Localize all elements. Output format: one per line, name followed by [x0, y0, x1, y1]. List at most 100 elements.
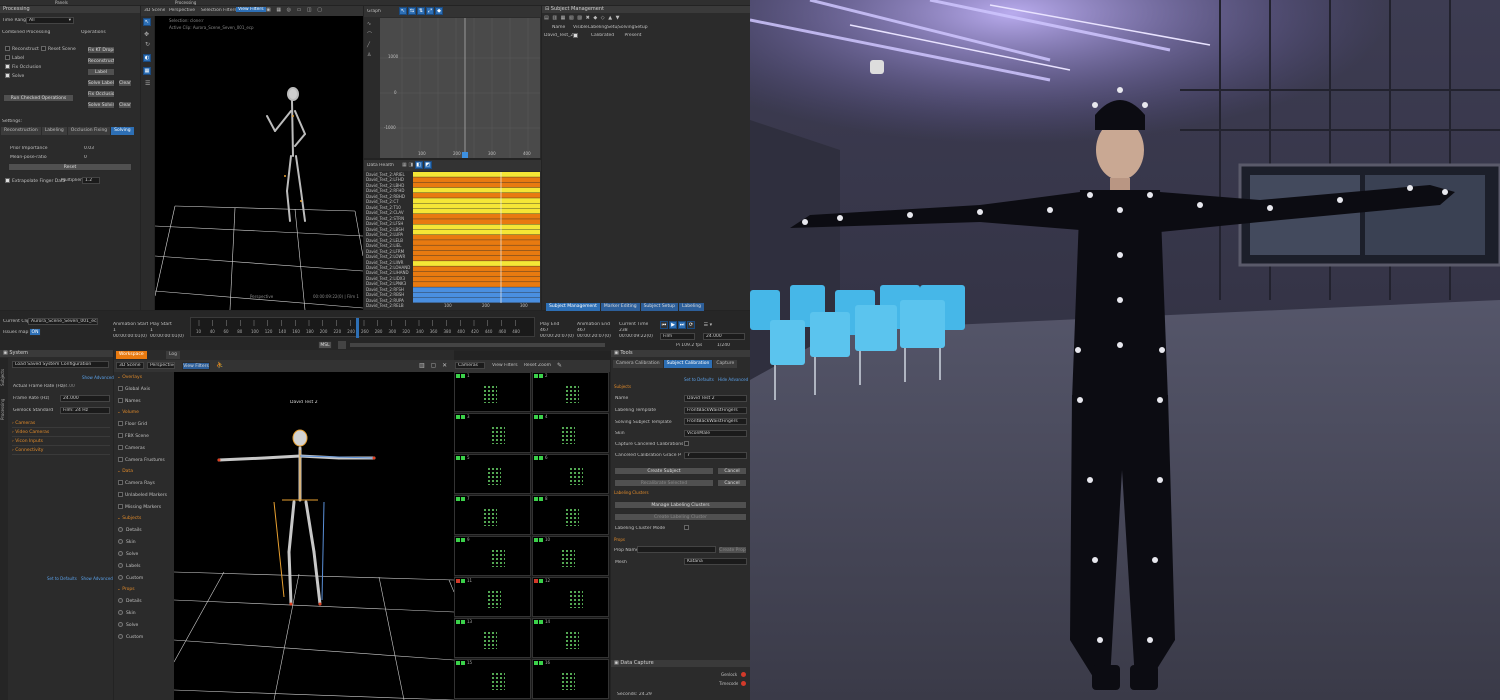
current-time-value[interactable]: 238: [619, 328, 628, 333]
filter-section[interactable]: ⌄ Subjects: [117, 516, 141, 521]
tab-subject-calibration[interactable]: Subject Calibration: [663, 360, 713, 368]
list-tool-icon[interactable]: ☰: [145, 80, 150, 87]
tab-solving[interactable]: Solving: [111, 127, 134, 135]
tab-log[interactable]: Log: [166, 351, 181, 359]
labeling-template-select[interactable]: FrontBackWaistFingers: [684, 407, 747, 414]
prior-importance-value[interactable]: 0.03: [84, 146, 94, 151]
scene-menu-perspective[interactable]: Perspective: [169, 8, 195, 13]
camera-view[interactable]: 15: [454, 659, 531, 699]
scene-menu-view-filters[interactable]: View Filters: [236, 7, 266, 12]
section-vicon-inputs[interactable]: › Vicon Inputs: [12, 437, 110, 446]
tab-reconstruction[interactable]: Reconstruction: [1, 127, 41, 135]
graph-mode-icon-1[interactable]: ∿: [367, 21, 375, 27]
anim-start-value[interactable]: 1: [113, 328, 116, 333]
genlock-select[interactable]: Film: 24 Hz: [60, 407, 110, 414]
multiplier-input[interactable]: 1.2: [82, 177, 100, 184]
skip-back-icon[interactable]: ⏮: [660, 321, 668, 329]
tab-capture[interactable]: Capture: [713, 360, 738, 368]
ws-perspective-select[interactable]: Perspective: [147, 362, 175, 369]
camera-view[interactable]: 1: [454, 372, 531, 412]
camera-tool-icon[interactable]: ◐: [143, 54, 151, 62]
filter-checkbox[interactable]: FBX Scene: [118, 433, 149, 439]
move-tool-icon[interactable]: ✥: [144, 31, 151, 38]
create-prop-button[interactable]: Create Prop: [718, 546, 747, 554]
filter-radio[interactable]: Skin: [118, 610, 136, 616]
filter-radio[interactable]: Custom: [118, 634, 143, 640]
filter-checkbox[interactable]: Camera Rays: [118, 480, 155, 486]
tab-camera-calibration[interactable]: Camera Calibration: [613, 360, 663, 368]
show-advanced-link-2[interactable]: Show Advanced: [81, 576, 113, 581]
tab-subject-setup[interactable]: Subject Setup: [640, 303, 678, 311]
filter-radio[interactable]: Details: [118, 527, 142, 533]
solving-template-select[interactable]: FrontBackWaistFingers: [684, 418, 747, 425]
label-check[interactable]: Label: [5, 55, 24, 61]
camera-view[interactable]: 2: [532, 372, 609, 412]
section-video-cameras[interactable]: › Video Cameras: [12, 428, 110, 437]
select-tool-icon[interactable]: ↖: [143, 18, 151, 26]
issues-map-toggle[interactable]: ON: [29, 328, 41, 336]
filter-radio[interactable]: Skin: [118, 539, 136, 545]
graph-mode-icon-3[interactable]: ╱: [367, 42, 375, 48]
data-health-title[interactable]: Data Health: [367, 163, 394, 168]
filter-checkbox[interactable]: Missing Markers: [118, 504, 161, 510]
camera-view[interactable]: 14: [532, 618, 609, 658]
camera-view[interactable]: 11: [454, 577, 531, 617]
clear-button-2[interactable]: Clear: [118, 101, 132, 109]
camera-view[interactable]: 3: [454, 413, 531, 453]
fps-select[interactable]: 24.000: [703, 333, 745, 340]
tab-labeling-bottom[interactable]: Labeling: [678, 303, 705, 311]
ws-window-icons[interactable]: ▥ ▢ ✕: [419, 362, 449, 369]
skin-select[interactable]: ViconMale: [684, 430, 747, 437]
side-tab-processing[interactable]: Processing: [0, 390, 5, 420]
camera-view[interactable]: 6: [532, 454, 609, 494]
scene-menu-3d[interactable]: 3D Scene: [144, 8, 165, 13]
data-health-bars[interactable]: [413, 172, 540, 303]
name-input[interactable]: David Test 2: [684, 395, 747, 402]
graph-area[interactable]: 1000 0 -1000 100 200 300 400: [380, 18, 540, 158]
solve-labeling-button[interactable]: Solve Labeling: [87, 79, 115, 87]
play-icon[interactable]: ▶: [669, 321, 677, 329]
cluster-mode-check[interactable]: [684, 525, 691, 531]
anim-end-value[interactable]: 467: [577, 328, 586, 333]
clear-button-1[interactable]: Clear: [118, 79, 132, 87]
mean-pose-value[interactable]: 0: [84, 155, 87, 160]
camera-view[interactable]: 16: [532, 659, 609, 699]
solve-check[interactable]: Solve: [5, 73, 24, 79]
solve-solving-button[interactable]: Solve Solving: [87, 101, 115, 109]
msl-button[interactable]: MSL: [318, 341, 332, 349]
time-range-select[interactable]: All ▾: [26, 17, 74, 24]
filter-section[interactable]: ⌄ Props: [117, 587, 135, 592]
filter-checkbox[interactable]: Names: [118, 398, 141, 404]
mesh-select[interactable]: Katana: [684, 558, 747, 565]
side-tab-subjects[interactable]: Subjects: [0, 362, 5, 386]
load-config-select[interactable]: Load Saved System Configuration: [12, 361, 109, 368]
set-to-defaults-link[interactable]: Set to Defaults: [47, 576, 77, 581]
graph-mode-icon-4[interactable]: ♙: [367, 52, 375, 58]
filter-section[interactable]: ⌄ Volume: [117, 410, 139, 415]
camera-view[interactable]: 8: [532, 495, 609, 535]
cameras-view-filters[interactable]: View Filters: [492, 363, 518, 368]
capture-canceled-check[interactable]: [684, 441, 691, 447]
ws-person-icon[interactable]: ⛹: [216, 362, 223, 369]
ws-3d-scene-select[interactable]: 3D Scene: [116, 362, 144, 369]
cancel-button-2[interactable]: Cancel: [717, 479, 747, 487]
tools-hide-advanced-link[interactable]: Hide Advanced: [718, 377, 748, 382]
data-health-icons[interactable]: ▦ ◨ ◧ ◩: [402, 161, 433, 169]
ws-view-filters-button[interactable]: View Filters: [182, 362, 210, 370]
frame-rate-input[interactable]: 24.000: [60, 395, 110, 402]
tab-occlusion-fixing[interactable]: Occlusion Fixing: [67, 127, 111, 135]
tab-marker-editing[interactable]: Marker Editing: [600, 303, 640, 311]
timeline-scrubber[interactable]: 10 40 60 80 100 120 140 160 180 200 220 240 260 280 30…: [190, 317, 535, 338]
filter-radio[interactable]: Details: [118, 598, 142, 604]
cameras-reset-zoom[interactable]: Reset Zoom: [524, 363, 551, 368]
filter-section[interactable]: ⌄ Overlays: [117, 375, 142, 380]
graph-toolbar-icons[interactable]: ↖ ⇆ ⇅ ⤢ ◆: [399, 7, 444, 15]
workspace-3d-viewport[interactable]: David Test 2: [174, 372, 454, 700]
filter-checkbox[interactable]: Camera Frustums: [118, 457, 165, 463]
graph-title[interactable]: Graph: [367, 9, 381, 14]
fix-occlusion-check[interactable]: Fix Occlusion: [5, 64, 41, 70]
reconstruct-check[interactable]: Reconstruct: [5, 46, 39, 52]
play-end-value[interactable]: 467: [540, 328, 549, 333]
cameras-select[interactable]: Cameras: [455, 362, 485, 369]
data-health-row-label[interactable]: David_Test_2:RELB: [366, 303, 412, 308]
